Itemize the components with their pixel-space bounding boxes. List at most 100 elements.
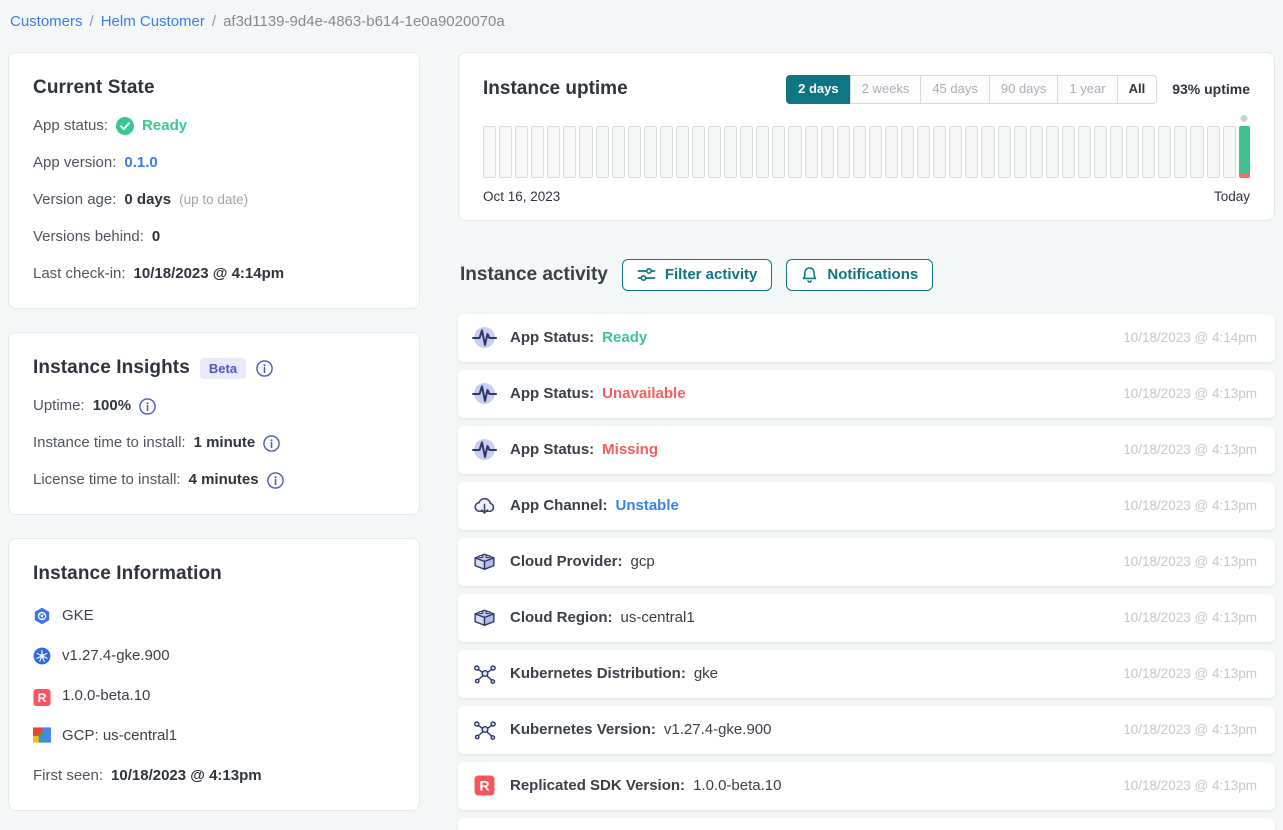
uptime-bar[interactable] xyxy=(869,126,882,178)
uptime-bar[interactable] xyxy=(1190,126,1203,178)
uptime-bar[interactable] xyxy=(965,126,978,178)
uptime-bar[interactable] xyxy=(499,126,512,178)
info-icon[interactable] xyxy=(256,360,273,377)
uptime-bar[interactable] xyxy=(483,126,496,178)
uptime-bar[interactable] xyxy=(772,126,785,178)
uptime-bar[interactable] xyxy=(1142,126,1155,178)
uptime-bar[interactable] xyxy=(756,126,769,178)
current-state-card: Current State App status: Ready App vers… xyxy=(8,52,420,309)
uptime-bar[interactable] xyxy=(724,126,737,178)
uptime-bar[interactable] xyxy=(708,126,721,178)
activity-row: Kubernetes Version: v1.27.4-gke.900 10/1… xyxy=(458,706,1275,754)
uptime-bar[interactable] xyxy=(1094,126,1107,178)
range-button-2-days[interactable]: 2 days xyxy=(786,75,849,104)
cloud-provider-icon xyxy=(471,548,498,575)
activity-timestamp: 10/18/2023 @ 4:13pm xyxy=(1123,442,1257,457)
activity-timestamp: 10/18/2023 @ 4:13pm xyxy=(1123,778,1257,793)
first-seen-value: 10/18/2023 @ 4:13pm xyxy=(111,766,262,786)
activity-timestamp: 10/18/2023 @ 4:14pm xyxy=(1123,330,1257,345)
info-icon[interactable] xyxy=(139,398,156,415)
chart-end-label: Today xyxy=(1214,189,1250,204)
range-button-1-year[interactable]: 1 year xyxy=(1057,75,1116,104)
uptime-bar[interactable] xyxy=(740,126,753,178)
uptime-bar[interactable] xyxy=(1158,126,1171,178)
versions-behind-label: Versions behind: xyxy=(33,227,144,247)
uptime-bar[interactable] xyxy=(1078,126,1091,178)
app-channel-icon xyxy=(471,492,498,519)
uptime-bar[interactable] xyxy=(981,126,994,178)
uptime-bar[interactable] xyxy=(1030,126,1043,178)
uptime-bar[interactable] xyxy=(788,126,801,178)
uptime-bar[interactable] xyxy=(1239,126,1250,178)
uptime-bar[interactable] xyxy=(1014,126,1027,178)
range-button-2-weeks[interactable]: 2 weeks xyxy=(850,75,921,104)
uptime-bar[interactable] xyxy=(563,126,576,178)
uptime-bar[interactable] xyxy=(579,126,592,178)
uptime-bar[interactable] xyxy=(917,126,930,178)
activity-value: Unavailable xyxy=(602,385,685,402)
activity-timestamp: 10/18/2023 @ 4:13pm xyxy=(1123,610,1257,625)
uptime-bar[interactable] xyxy=(1207,126,1220,178)
uptime-bar[interactable] xyxy=(531,126,544,178)
range-button-45-days[interactable]: 45 days xyxy=(920,75,989,104)
info-icon[interactable] xyxy=(263,435,280,452)
uptime-bar[interactable] xyxy=(596,126,609,178)
uptime-bar[interactable] xyxy=(1046,126,1059,178)
uptime-bar[interactable] xyxy=(547,126,560,178)
bell-icon xyxy=(801,266,818,284)
uptime-bar[interactable] xyxy=(628,126,641,178)
uptime-bar[interactable] xyxy=(837,126,850,178)
instance-uptime-title: Instance uptime xyxy=(483,78,628,100)
uptime-bar[interactable] xyxy=(885,126,898,178)
last-checkin-label: Last check-in: xyxy=(33,264,126,284)
uptime-bar[interactable] xyxy=(821,126,834,178)
activity-timestamp: 10/18/2023 @ 4:13pm xyxy=(1123,498,1257,513)
sdk-version-value: 1.0.0-beta.10 xyxy=(62,686,150,705)
uptime-bar[interactable] xyxy=(1223,126,1236,178)
uptime-bar[interactable] xyxy=(1110,126,1123,178)
replicated-icon: R xyxy=(471,772,498,799)
uptime-bar[interactable] xyxy=(853,126,866,178)
instance-insights-title: Instance Insights xyxy=(33,357,190,379)
check-circle-icon xyxy=(116,117,134,135)
activity-value[interactable]: Unstable xyxy=(616,497,679,514)
uptime-bar[interactable] xyxy=(660,126,673,178)
uptime-label: Uptime: xyxy=(33,396,85,416)
range-button-90-days[interactable]: 90 days xyxy=(989,75,1058,104)
gcp-logo-icon xyxy=(33,727,51,745)
uptime-bar[interactable] xyxy=(1174,126,1187,178)
uptime-range-group: 2 days2 weeks45 days90 days1 yearAll xyxy=(786,75,1157,104)
app-status-value: Ready xyxy=(142,116,187,136)
filter-activity-button[interactable]: Filter activity xyxy=(622,259,773,291)
uptime-bar[interactable] xyxy=(933,126,946,178)
chart-start-label: Oct 16, 2023 xyxy=(483,189,560,204)
activity-row: App Status: Missing 10/18/2023 @ 4:13pm xyxy=(458,426,1275,474)
activity-list: App Status: Ready 10/18/2023 @ 4:14pm Ap… xyxy=(458,314,1275,830)
kubernetes-icon xyxy=(471,660,498,687)
cloud-provider-icon xyxy=(471,604,498,631)
breadcrumb-customer-link[interactable]: Helm Customer xyxy=(101,13,205,30)
uptime-bar[interactable] xyxy=(949,126,962,178)
activity-label: Kubernetes Version: xyxy=(510,721,656,738)
activity-value: 1.0.0-beta.10 xyxy=(693,777,781,794)
uptime-bar[interactable] xyxy=(676,126,689,178)
uptime-chart xyxy=(483,126,1250,178)
info-icon[interactable] xyxy=(267,472,284,489)
range-button-all[interactable]: All xyxy=(1117,75,1158,104)
app-version-link[interactable]: 0.1.0 xyxy=(124,153,157,173)
uptime-bar[interactable] xyxy=(998,126,1011,178)
instance-install-value: 1 minute xyxy=(194,433,256,453)
uptime-percentage: 93% uptime xyxy=(1172,81,1250,97)
breadcrumb-separator: / xyxy=(212,13,216,30)
uptime-bar[interactable] xyxy=(692,126,705,178)
uptime-bar[interactable] xyxy=(901,126,914,178)
notifications-button[interactable]: Notifications xyxy=(786,259,933,291)
uptime-bar[interactable] xyxy=(805,126,818,178)
uptime-bar[interactable] xyxy=(644,126,657,178)
uptime-bar[interactable] xyxy=(515,126,528,178)
uptime-bar[interactable] xyxy=(1062,126,1075,178)
uptime-bar[interactable] xyxy=(612,126,625,178)
uptime-bar[interactable] xyxy=(1126,126,1139,178)
activity-label: Replicated SDK Version: xyxy=(510,777,685,794)
breadcrumb-customers-link[interactable]: Customers xyxy=(10,13,83,30)
